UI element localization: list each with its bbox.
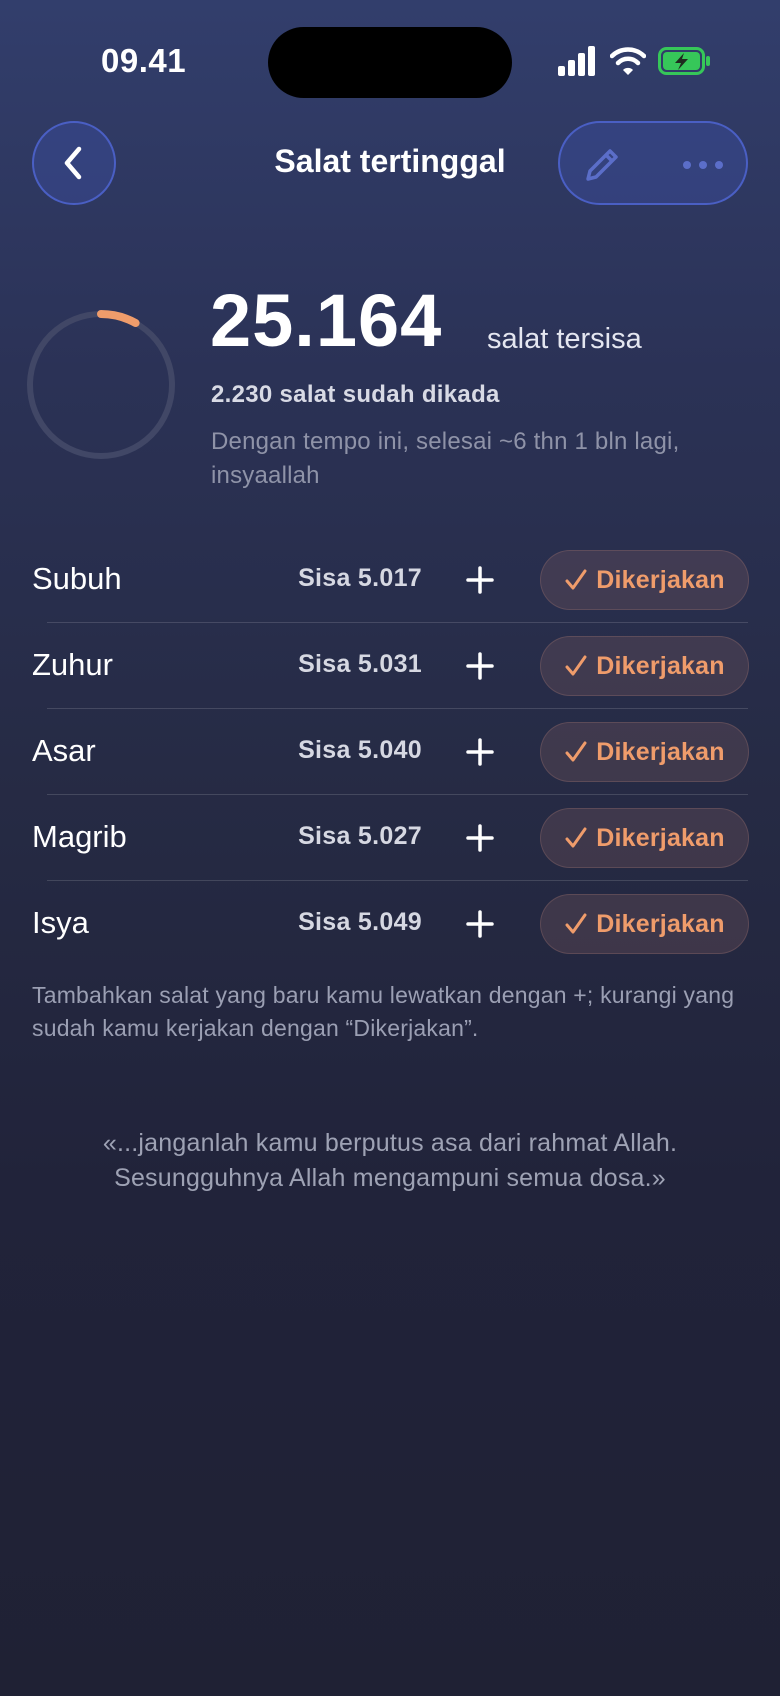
done-button[interactable]: Dikerjakan [540,722,749,782]
plus-icon [466,738,494,766]
edit-button[interactable] [580,143,624,187]
prayer-row-isya: Isya Sisa 5.049 Dikerjakan [0,881,780,967]
done-button-label: Dikerjakan [596,823,725,852]
prayer-name: Isya [32,905,89,940]
progress-ring-fill [97,310,140,327]
prayer-name: Subuh [32,561,122,596]
header-actions [558,121,748,205]
status-icons [558,46,718,76]
plus-icon [466,652,494,680]
signal-icon [558,46,595,76]
add-button[interactable] [460,904,500,944]
prayer-row-subuh: Subuh Sisa 5.017 Dikerjakan [0,537,780,623]
prayer-row-zuhur: Zuhur Sisa 5.031 Dikerjakan [0,623,780,709]
plus-icon [466,566,494,594]
done-button[interactable]: Dikerjakan [540,636,749,696]
done-button-label: Dikerjakan [596,737,725,766]
checkmark-icon [565,913,587,934]
checkmark-icon [565,827,587,848]
prayer-name: Zuhur [32,647,113,682]
add-button[interactable] [460,560,500,600]
done-button[interactable]: Dikerjakan [540,808,749,868]
prayer-name: Magrib [32,819,127,854]
add-button[interactable] [460,818,500,858]
done-button[interactable]: Dikerjakan [540,550,749,610]
progress-ring [27,310,175,459]
done-button[interactable]: Dikerjakan [540,894,749,954]
add-button[interactable] [460,732,500,772]
hint-text: Tambahkan salat yang baru kamu lewatkan … [32,982,735,1041]
pencil-icon [586,149,618,181]
plus-icon [466,910,494,938]
plus-icon [466,824,494,852]
checkmark-icon [565,569,587,590]
done-count-text: 2.230 salat sudah dikada [211,381,500,408]
prayer-remaining: Sisa 5.040 [298,736,422,764]
eta-text: Dengan tempo ini, selesai ~6 thn 1 bln l… [211,428,680,489]
battery-charging-icon [658,47,710,75]
prayer-remaining: Sisa 5.049 [298,908,422,936]
done-button-label: Dikerjakan [596,909,725,938]
checkmark-icon [565,741,587,762]
remaining-count: 25.164 [210,279,443,362]
prayer-row-magrib: Magrib Sisa 5.027 Dikerjakan [0,795,780,881]
prayer-remaining: Sisa 5.027 [298,822,422,850]
wifi-icon [610,47,646,75]
progress-ring-track [27,311,175,459]
prayer-row-asar: Asar Sisa 5.040 Dikerjakan [0,709,780,795]
add-button[interactable] [460,646,500,686]
more-button[interactable] [678,149,728,181]
prayer-remaining: Sisa 5.017 [298,564,422,592]
prayer-remaining: Sisa 5.031 [298,650,422,678]
status-time: 09.41 [101,42,187,79]
remaining-unit: salat tersisa [487,323,642,355]
checkmark-icon [565,655,587,676]
more-horizontal-icon [683,161,723,169]
dynamic-island [268,27,512,98]
quote-text: «...janganlah kamu berputus asa dari rah… [102,1129,678,1192]
done-button-label: Dikerjakan [596,651,725,680]
done-button-label: Dikerjakan [596,565,725,594]
prayer-name: Asar [32,733,96,768]
